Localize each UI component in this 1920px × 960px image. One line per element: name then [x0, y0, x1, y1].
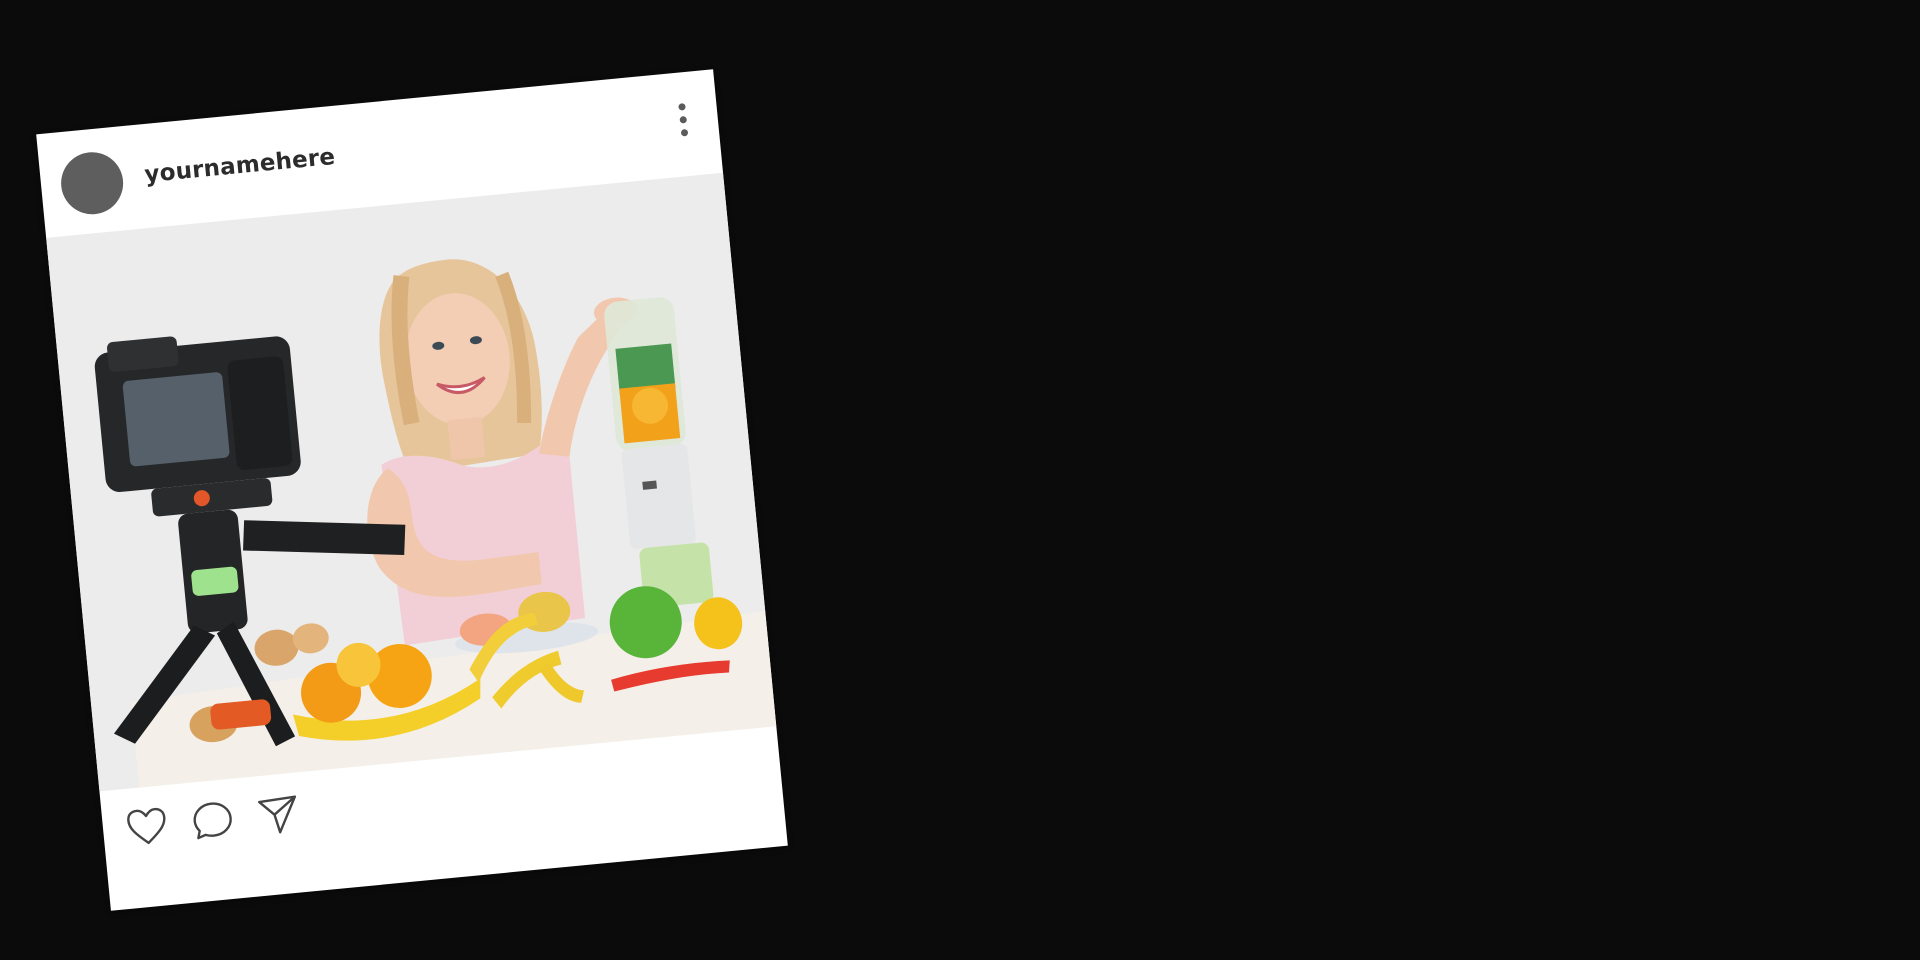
- post-photo-illustration: [46, 172, 777, 792]
- more-options-icon[interactable]: [668, 95, 698, 143]
- post-photo: [46, 172, 777, 792]
- heart-icon[interactable]: [123, 803, 171, 851]
- canvas-background: yournamehere: [0, 0, 1920, 960]
- username[interactable]: yournamehere: [143, 144, 336, 188]
- comment-icon[interactable]: [189, 797, 237, 845]
- social-post-card: yournamehere: [36, 69, 788, 911]
- avatar[interactable]: [58, 149, 126, 218]
- paper-plane-icon[interactable]: [254, 790, 302, 838]
